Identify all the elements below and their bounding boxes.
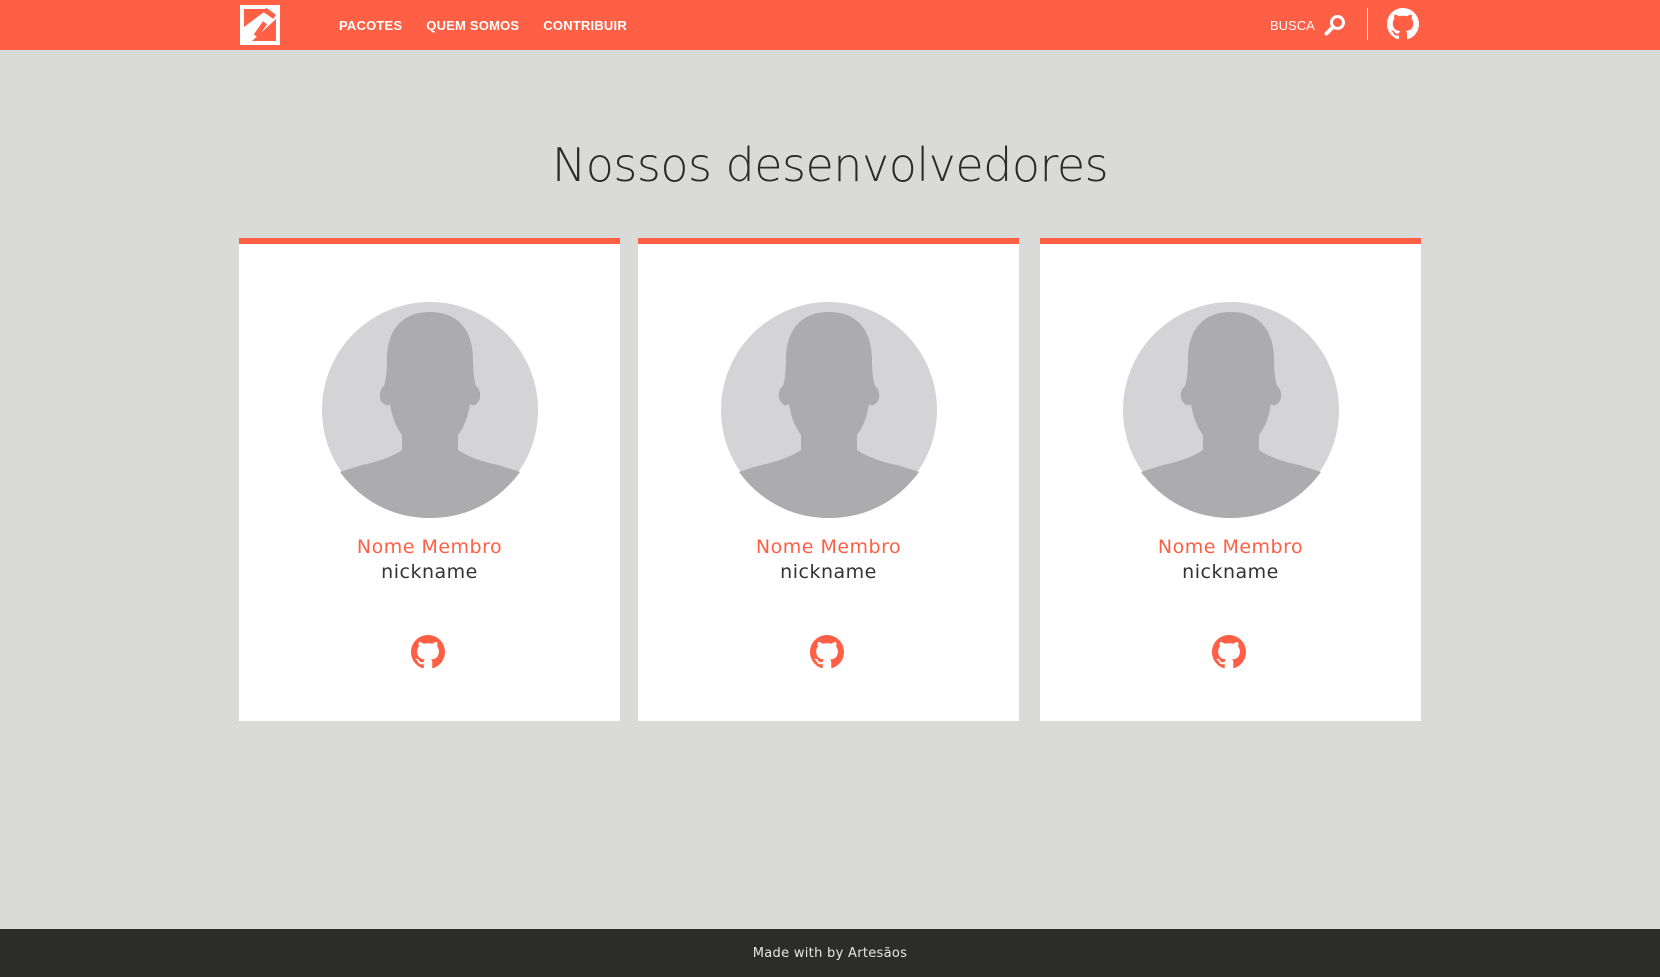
member-nickname: nickname [1182,561,1279,583]
nav-link-contribuir[interactable]: CONTRIBUIR [543,18,627,33]
member-card: Nome Membro nickname [638,238,1019,721]
member-card: Nome Membro nickname [239,238,620,721]
footer: Made with by Artesãos [0,929,1660,977]
nav-link-pacotes[interactable]: PACOTES [339,18,402,33]
member-nickname: nickname [381,561,478,583]
member-nickname: nickname [780,561,877,583]
avatar-placeholder-icon [1123,302,1339,518]
github-icon[interactable] [1387,8,1419,40]
brand-logo-icon[interactable] [240,5,280,45]
footer-text: Made with by Artesãos [752,945,908,961]
github-icon[interactable] [810,635,844,669]
nav-divider [1367,8,1368,40]
github-icon[interactable] [411,635,445,669]
page-title: Nossos desenvolvedores [551,138,1109,192]
github-icon[interactable] [1212,635,1246,669]
member-name: Nome Membro [1157,536,1304,558]
top-navbar: PACOTES QUEM SOMOS CONTRIBUIR BUSCA [0,0,1660,50]
member-card: Nome Membro nickname [1040,238,1421,721]
nav-link-quem-somos[interactable]: QUEM SOMOS [426,18,519,33]
main-nav: PACOTES QUEM SOMOS CONTRIBUIR [339,0,651,50]
avatar-placeholder-icon [322,302,538,518]
member-name: Nome Membro [755,536,902,558]
search-icon [1324,15,1345,36]
search-button[interactable]: BUSCA [1270,0,1346,50]
search-label: BUSCA [1270,17,1315,33]
avatar-placeholder-icon [721,302,937,518]
members-grid: Nome Membro nickname Nome Membro nicknam… [0,238,1660,721]
member-name: Nome Membro [356,536,503,558]
